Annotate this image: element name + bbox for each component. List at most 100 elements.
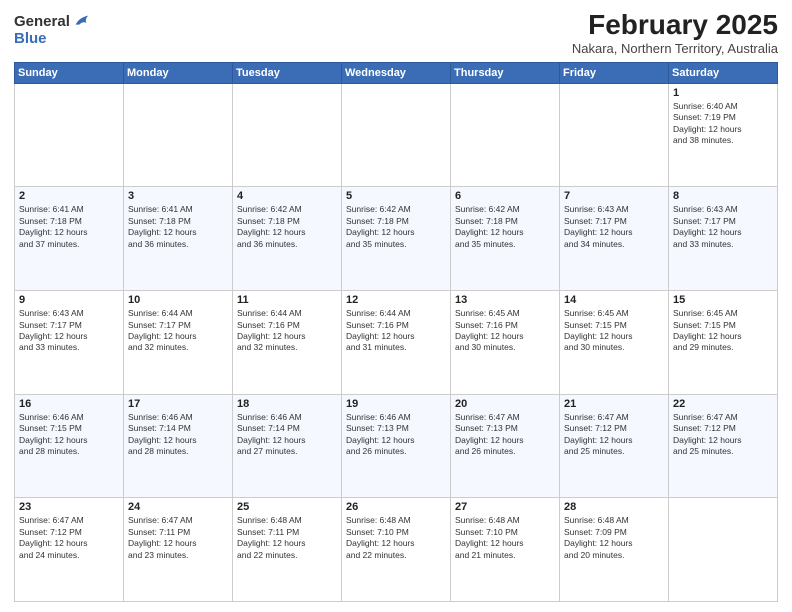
day-info: Sunrise: 6:44 AM Sunset: 7:16 PM Dayligh… <box>346 308 446 354</box>
calendar-week-row-4: 16 Sunrise: 6:46 AM Sunset: 7:15 PM Dayli… <box>15 394 778 498</box>
logo: General Blue <box>14 14 90 47</box>
calendar-cell: 2 Sunrise: 6:41 AM Sunset: 7:18 PM Daylig… <box>15 187 124 291</box>
day-number: 28 <box>564 501 664 513</box>
day-number: 23 <box>19 501 119 513</box>
calendar-cell: 28Sunrise: 6:48 AM Sunset: 7:09 PM Dayli… <box>560 498 669 602</box>
day-info: Sunrise: 6:41 AM Sunset: 7:18 PM Dayligh… <box>128 204 228 250</box>
day-info: Sunrise: 6:48 AM Sunset: 7:10 PM Dayligh… <box>346 515 446 561</box>
calendar-cell: 19Sunrise: 6:46 AM Sunset: 7:13 PM Dayli… <box>342 394 451 498</box>
day-number: 11 <box>237 294 337 306</box>
calendar-cell <box>15 83 124 187</box>
col-wednesday: Wednesday <box>342 62 451 83</box>
calendar-cell: 6 Sunrise: 6:42 AM Sunset: 7:18 PM Daylig… <box>451 187 560 291</box>
day-info: Sunrise: 6:47 AM Sunset: 7:12 PM Dayligh… <box>564 412 664 458</box>
calendar-cell <box>342 83 451 187</box>
day-info: Sunrise: 6:43 AM Sunset: 7:17 PM Dayligh… <box>564 204 664 250</box>
day-info: Sunrise: 6:47 AM Sunset: 7:12 PM Dayligh… <box>673 412 773 458</box>
day-info: Sunrise: 6:45 AM Sunset: 7:15 PM Dayligh… <box>673 308 773 354</box>
day-info: Sunrise: 6:45 AM Sunset: 7:16 PM Dayligh… <box>455 308 555 354</box>
day-info: Sunrise: 6:46 AM Sunset: 7:15 PM Dayligh… <box>19 412 119 458</box>
calendar-cell: 26 Sunrise: 6:48 AM Sunset: 7:10 PM Dayli… <box>342 498 451 602</box>
calendar-cell: 17Sunrise: 6:46 AM Sunset: 7:14 PM Dayli… <box>124 394 233 498</box>
calendar-cell <box>560 83 669 187</box>
day-number: 24 <box>128 501 228 513</box>
calendar-week-row-1: 1 Sunrise: 6:40 AM Sunset: 7:19 PM Daylig… <box>15 83 778 187</box>
day-number: 19 <box>346 398 446 410</box>
calendar-cell: 27 Sunrise: 6:48 AM Sunset: 7:10 PM Dayli… <box>451 498 560 602</box>
main-title: February 2025 <box>572 10 778 41</box>
day-number: 13 <box>455 294 555 306</box>
calendar-cell <box>669 498 778 602</box>
calendar-cell: 16 Sunrise: 6:46 AM Sunset: 7:15 PM Dayli… <box>15 394 124 498</box>
day-number: 15 <box>673 294 773 306</box>
calendar-cell: 8 Sunrise: 6:43 AM Sunset: 7:17 PM Daylig… <box>669 187 778 291</box>
day-info: Sunrise: 6:44 AM Sunset: 7:16 PM Dayligh… <box>237 308 337 354</box>
day-number: 2 <box>19 190 119 202</box>
col-sunday: Sunday <box>15 62 124 83</box>
day-number: 16 <box>19 398 119 410</box>
calendar-cell: 21 Sunrise: 6:47 AM Sunset: 7:12 PM Dayli… <box>560 394 669 498</box>
day-number: 27 <box>455 501 555 513</box>
day-number: 12 <box>346 294 446 306</box>
day-info: Sunrise: 6:46 AM Sunset: 7:14 PM Dayligh… <box>237 412 337 458</box>
calendar-cell: 15 Sunrise: 6:45 AM Sunset: 7:15 PM Dayli… <box>669 291 778 395</box>
day-info: Sunrise: 6:43 AM Sunset: 7:17 PM Dayligh… <box>19 308 119 354</box>
day-info: Sunrise: 6:47 AM Sunset: 7:12 PM Dayligh… <box>19 515 119 561</box>
calendar-table: Sunday Monday Tuesday Wednesday Thursday… <box>14 62 778 602</box>
day-info: Sunrise: 6:48 AM Sunset: 7:10 PM Dayligh… <box>455 515 555 561</box>
day-info: Sunrise: 6:47 AM Sunset: 7:13 PM Dayligh… <box>455 412 555 458</box>
calendar-cell: 11 Sunrise: 6:44 AM Sunset: 7:16 PM Dayli… <box>233 291 342 395</box>
calendar-cell: 7 Sunrise: 6:43 AM Sunset: 7:17 PM Daylig… <box>560 187 669 291</box>
calendar-body: 1 Sunrise: 6:40 AM Sunset: 7:19 PM Daylig… <box>15 83 778 601</box>
col-thursday: Thursday <box>451 62 560 83</box>
title-block: February 2025 Nakara, Northern Territory… <box>572 10 778 56</box>
calendar-cell: 18 Sunrise: 6:46 AM Sunset: 7:14 PM Dayli… <box>233 394 342 498</box>
calendar-cell: 9 Sunrise: 6:43 AM Sunset: 7:17 PM Daylig… <box>15 291 124 395</box>
day-number: 9 <box>19 294 119 306</box>
page: General Blue February 2025 Nakara, North… <box>0 0 792 612</box>
day-number: 5 <box>346 190 446 202</box>
day-number: 26 <box>346 501 446 513</box>
day-info: Sunrise: 6:46 AM Sunset: 7:14 PM Dayligh… <box>128 412 228 458</box>
day-number: 6 <box>455 190 555 202</box>
calendar-cell: 14Sunrise: 6:45 AM Sunset: 7:15 PM Dayli… <box>560 291 669 395</box>
calendar-week-row-2: 2 Sunrise: 6:41 AM Sunset: 7:18 PM Daylig… <box>15 187 778 291</box>
header: General Blue February 2025 Nakara, North… <box>14 10 778 56</box>
day-number: 18 <box>237 398 337 410</box>
day-number: 21 <box>564 398 664 410</box>
day-number: 25 <box>237 501 337 513</box>
day-number: 3 <box>128 190 228 202</box>
day-number: 7 <box>564 190 664 202</box>
calendar-cell: 20 Sunrise: 6:47 AM Sunset: 7:13 PM Dayli… <box>451 394 560 498</box>
calendar-cell: 13 Sunrise: 6:45 AM Sunset: 7:16 PM Dayli… <box>451 291 560 395</box>
calendar-cell: 23 Sunrise: 6:47 AM Sunset: 7:12 PM Dayli… <box>15 498 124 602</box>
day-number: 1 <box>673 87 773 99</box>
col-monday: Monday <box>124 62 233 83</box>
calendar-cell: 3 Sunrise: 6:41 AM Sunset: 7:18 PM Daylig… <box>124 187 233 291</box>
col-friday: Friday <box>560 62 669 83</box>
day-info: Sunrise: 6:40 AM Sunset: 7:19 PM Dayligh… <box>673 101 773 147</box>
day-number: 10 <box>128 294 228 306</box>
day-info: Sunrise: 6:44 AM Sunset: 7:17 PM Dayligh… <box>128 308 228 354</box>
calendar-cell: 10 Sunrise: 6:44 AM Sunset: 7:17 PM Dayli… <box>124 291 233 395</box>
day-info: Sunrise: 6:42 AM Sunset: 7:18 PM Dayligh… <box>455 204 555 250</box>
calendar-cell: 22Sunrise: 6:47 AM Sunset: 7:12 PM Dayli… <box>669 394 778 498</box>
col-tuesday: Tuesday <box>233 62 342 83</box>
calendar-cell <box>233 83 342 187</box>
day-info: Sunrise: 6:48 AM Sunset: 7:11 PM Dayligh… <box>237 515 337 561</box>
calendar-week-row-5: 23 Sunrise: 6:47 AM Sunset: 7:12 PM Dayli… <box>15 498 778 602</box>
day-info: Sunrise: 6:42 AM Sunset: 7:18 PM Dayligh… <box>237 204 337 250</box>
day-number: 4 <box>237 190 337 202</box>
day-info: Sunrise: 6:45 AM Sunset: 7:15 PM Dayligh… <box>564 308 664 354</box>
calendar-cell: 5Sunrise: 6:42 AM Sunset: 7:18 PM Daylig… <box>342 187 451 291</box>
calendar-cell: 24Sunrise: 6:47 AM Sunset: 7:11 PM Dayli… <box>124 498 233 602</box>
day-info: Sunrise: 6:43 AM Sunset: 7:17 PM Dayligh… <box>673 204 773 250</box>
calendar-cell: 12 Sunrise: 6:44 AM Sunset: 7:16 PM Dayli… <box>342 291 451 395</box>
day-number: 8 <box>673 190 773 202</box>
calendar-header-row: Sunday Monday Tuesday Wednesday Thursday… <box>15 62 778 83</box>
logo-general-text: General <box>14 14 70 31</box>
day-info: Sunrise: 6:41 AM Sunset: 7:18 PM Dayligh… <box>19 204 119 250</box>
col-saturday: Saturday <box>669 62 778 83</box>
calendar-cell: 1 Sunrise: 6:40 AM Sunset: 7:19 PM Daylig… <box>669 83 778 187</box>
day-number: 20 <box>455 398 555 410</box>
